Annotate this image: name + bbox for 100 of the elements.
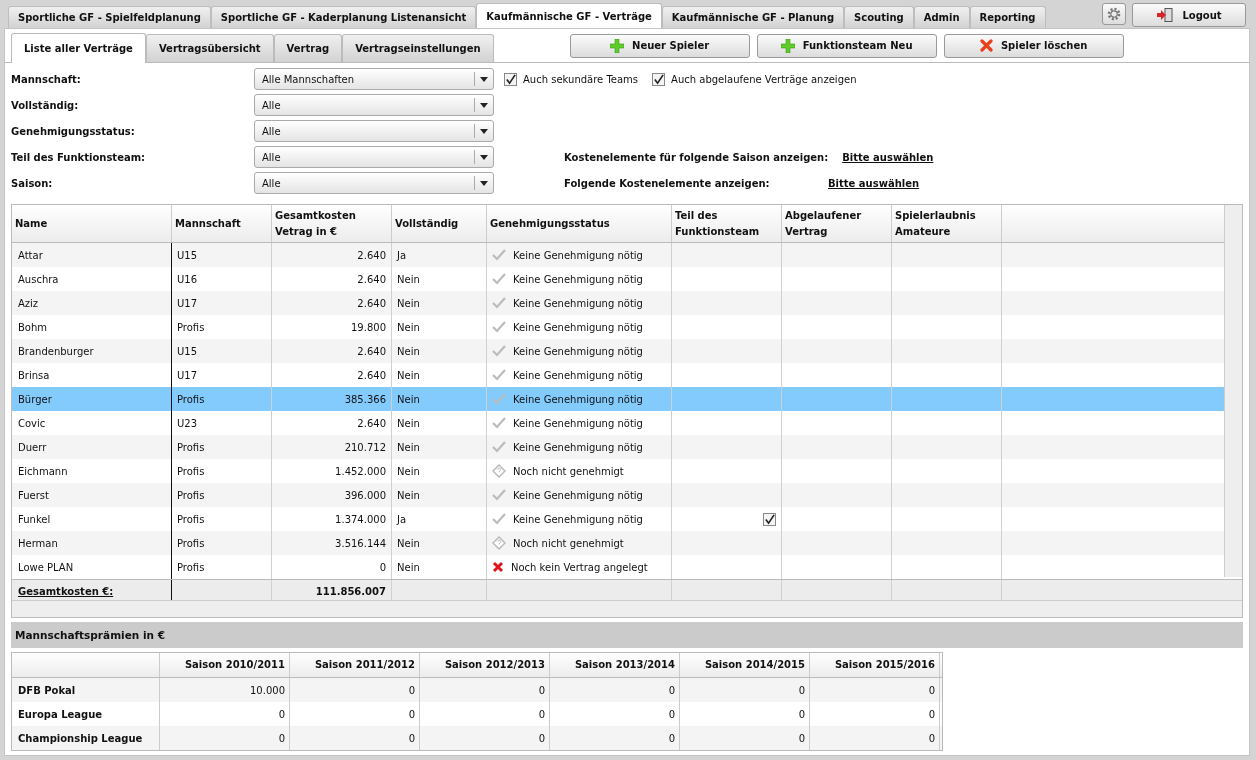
column-header[interactable]: Genehmigungsstatus	[487, 205, 672, 242]
table-cell: Profis	[172, 483, 272, 507]
check-icon	[492, 249, 506, 261]
section-header: Mannschaftsprämien in €	[11, 622, 1243, 648]
table-cell: 0	[810, 726, 940, 750]
checkbox-label: Auch sekundäre Teams	[523, 73, 639, 85]
exit-door-icon	[1156, 8, 1175, 22]
check-icon	[492, 417, 506, 429]
table-row[interactable]: Aziz U17 2.640 Nein Keine Genehmigung nötig	[12, 291, 1224, 315]
table-row[interactable]: Fuerst Profis 396.000 Nein Keine Genehmigung nötig	[12, 483, 1224, 507]
filter-label: Saison:	[11, 176, 54, 191]
check-icon	[492, 321, 506, 333]
filter-dropdown[interactable]: Alle	[254, 120, 494, 142]
table-cell: Nein	[392, 291, 487, 315]
table-row[interactable]: Duerr Profis 210.712 Nein Keine Genehmigung nötig	[12, 435, 1224, 459]
status-text: Keine Genehmigung nötig	[513, 273, 643, 285]
column-header: Saison 2015/2016	[810, 653, 940, 677]
filter-dropdown[interactable]: Alle	[254, 94, 494, 116]
x-icon	[979, 39, 993, 52]
main-tab[interactable]: Reporting	[969, 6, 1046, 28]
status-text: Keine Genehmigung nötig	[513, 441, 643, 453]
table-cell: Nein	[392, 531, 487, 555]
total-label: Gesamtkosten €:	[18, 586, 114, 597]
table-cell: U17	[172, 291, 272, 315]
checkbox-label: Auch abgelaufene Verträge anzeigen	[671, 73, 857, 85]
sub-tab[interactable]: Vertrag	[273, 34, 343, 62]
filter-dropdown[interactable]: Alle	[254, 146, 494, 168]
checkbox[interactable]	[763, 512, 776, 526]
table-cell: 0	[680, 726, 810, 750]
logout-button[interactable]: Logout	[1132, 3, 1246, 27]
main-tab[interactable]: Sportliche GF - Spielfeldplanung	[8, 6, 211, 28]
table-cell: 2.640	[272, 339, 392, 363]
check-icon	[492, 345, 506, 357]
filter-dropdown[interactable]: Alle	[254, 172, 494, 194]
table-row[interactable]: Brandenburger U15 2.640 Nein Keine Genehmigung nötig	[12, 339, 1224, 363]
checkbox[interactable]	[504, 72, 517, 86]
table-row[interactable]: Bürger Profis 385.366 Nein Keine Genehmigung nötig	[12, 387, 1224, 411]
filter-label: Genehmigungsstatus:	[11, 124, 136, 139]
table-cell: Ja	[392, 243, 487, 267]
column-header[interactable]: Abgelaufener Vertrag	[782, 205, 892, 242]
table-cell: 3.516.144	[272, 531, 392, 555]
caret-icon	[480, 154, 488, 160]
status-text: Keine Genehmigung nötig	[513, 321, 643, 333]
caret-icon	[480, 76, 488, 82]
table-cell: Aziz	[12, 291, 172, 315]
select-link[interactable]: Bitte auswählen	[842, 151, 934, 163]
column-header[interactable]: Spielerlaubnis Amateure	[892, 205, 1002, 242]
table-cell: 0	[680, 678, 810, 702]
main-tab[interactable]: Kaufmännische GF - Verträge	[476, 3, 662, 28]
action-button[interactable]: Neuer Spieler	[569, 33, 750, 58]
column-header[interactable]: Gesamtkosten Vetrag in €	[272, 205, 392, 242]
table-row[interactable]: Herman Profis 3.516.144 Nein Noch nicht genehmigt	[12, 531, 1224, 555]
check-icon	[492, 489, 506, 501]
column-header: Saison 2011/2012	[290, 653, 420, 677]
column-header[interactable]: Teil des Funktionsteam	[672, 205, 782, 242]
main-tab[interactable]: Admin	[913, 6, 970, 28]
sub-tab[interactable]: Liste aller Verträge	[11, 33, 146, 63]
column-header[interactable]: Mannschaft	[172, 205, 272, 242]
plus-icon	[610, 38, 624, 53]
table-cell: Bürger	[12, 387, 172, 411]
table-row[interactable]: Attar U15 2.640 Ja Keine Genehmigung nötig	[12, 243, 1224, 267]
main-tab[interactable]: Sportliche GF - Kaderplanung Listenansicht	[210, 6, 477, 28]
check-icon	[492, 273, 506, 285]
main-tab[interactable]: Scouting	[844, 6, 914, 28]
column-header[interactable]: Name	[12, 205, 172, 242]
table-cell: Fuerst	[12, 483, 172, 507]
table-cell: Profis	[172, 435, 272, 459]
sub-tab[interactable]: Vertragseinstellungen	[342, 34, 494, 62]
column-header: Saison 2014/2015	[680, 653, 810, 677]
cost-option-label: Kostenelemente für folgende Saison anzeigen:	[564, 151, 829, 163]
filter-label: Mannschaft:	[11, 72, 82, 87]
table-cell: 396.000	[272, 483, 392, 507]
x-icon	[492, 561, 504, 573]
status-text: Keine Genehmigung nötig	[513, 393, 643, 405]
table-cell: 0	[290, 726, 420, 750]
action-button[interactable]: Funktionsteam Neu	[756, 33, 937, 58]
sub-tab[interactable]: Vertragsübersicht	[145, 34, 274, 62]
main-tab[interactable]: Kaufmännische GF - Planung	[661, 6, 845, 28]
status-text: Keine Genehmigung nötig	[513, 369, 643, 381]
select-link[interactable]: Bitte auswählen	[828, 177, 920, 189]
table-cell: 210.712	[272, 435, 392, 459]
check-icon	[492, 513, 506, 525]
action-button[interactable]: Spieler löschen	[943, 33, 1124, 58]
checkbox[interactable]	[652, 72, 666, 86]
check-icon	[492, 369, 506, 381]
status-text: Keine Genehmigung nötig	[513, 417, 643, 429]
status-text: Keine Genehmigung nötig	[513, 489, 643, 501]
status-text: Noch nicht genehmigt	[513, 465, 624, 477]
question-diamond-icon	[492, 536, 506, 550]
table-cell: Nein	[392, 339, 487, 363]
table-cell: Nein	[392, 387, 487, 411]
column-header: Saison 2013/2014	[550, 653, 680, 677]
table-cell: Nein	[392, 483, 487, 507]
table-cell: U15	[172, 339, 272, 363]
table-cell: 0	[550, 726, 680, 750]
column-header[interactable]: Vollständig	[392, 205, 487, 242]
status-text: Noch kein Vertrag angelegt	[511, 561, 648, 573]
filter-dropdown[interactable]: Alle Mannschaften	[254, 68, 494, 90]
settings-button[interactable]	[1102, 3, 1126, 25]
table-cell: 0	[290, 678, 420, 702]
